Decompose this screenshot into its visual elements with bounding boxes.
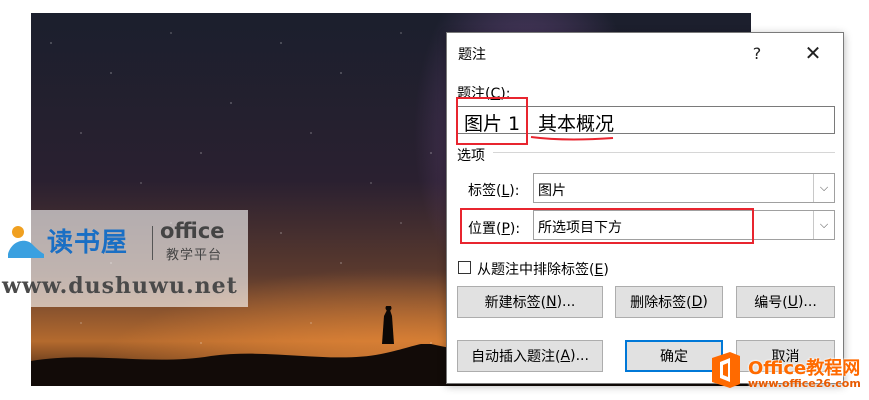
exclude-label-text: 从题注中排除标签(E) bbox=[477, 262, 609, 278]
label-select[interactable]: 图片 ⌵ bbox=[533, 173, 835, 203]
watermark-url-right: www.office26.com bbox=[748, 377, 861, 390]
caption-text: 其本概况 bbox=[538, 113, 615, 135]
person-icon bbox=[8, 226, 44, 258]
chevron-down-icon[interactable]: ⌵ bbox=[813, 211, 834, 239]
chevron-down-icon[interactable]: ⌵ bbox=[813, 174, 834, 202]
numbering-button[interactable]: 编号(U)... bbox=[736, 286, 835, 318]
label-select-value: 图片 bbox=[538, 183, 566, 199]
watermark-url: www.dushuwu.net bbox=[2, 273, 238, 299]
caption-text-underline bbox=[530, 136, 614, 141]
watermark-office: office bbox=[160, 219, 225, 243]
office26-watermark: Office教程网 www.office26.com bbox=[704, 340, 869, 400]
prefix-highlight-box bbox=[456, 97, 528, 145]
watermark-subtitle: 教学平台 bbox=[166, 248, 223, 263]
caption-dialog: 题注 ? ✕ 题注(C): 图片 1 其本概况 选项 标签(L): 图片 ⌵ 位… bbox=[446, 32, 844, 384]
close-button[interactable]: ✕ bbox=[791, 37, 835, 69]
autocaption-button[interactable]: 自动插入题注(A)... bbox=[457, 340, 603, 372]
label-field-label: 标签(L): bbox=[468, 183, 520, 199]
watermark-divider bbox=[152, 226, 153, 260]
exclude-label-checkbox[interactable] bbox=[458, 261, 471, 274]
dushuwu-watermark: 读书屋 office 教学平台 www.dushuwu.net bbox=[0, 210, 248, 307]
options-divider bbox=[493, 152, 835, 153]
watermark-brand: 读书屋 bbox=[47, 228, 129, 258]
delete-label-button[interactable]: 删除标签(D) bbox=[615, 286, 723, 318]
help-button[interactable]: ? bbox=[735, 37, 779, 69]
position-highlight-box bbox=[460, 208, 754, 244]
options-group-label: 选项 bbox=[457, 148, 485, 164]
office-logo-icon bbox=[712, 352, 740, 388]
new-label-button[interactable]: 新建标签(N)... bbox=[457, 286, 603, 318]
dialog-title: 题注 bbox=[458, 47, 486, 63]
